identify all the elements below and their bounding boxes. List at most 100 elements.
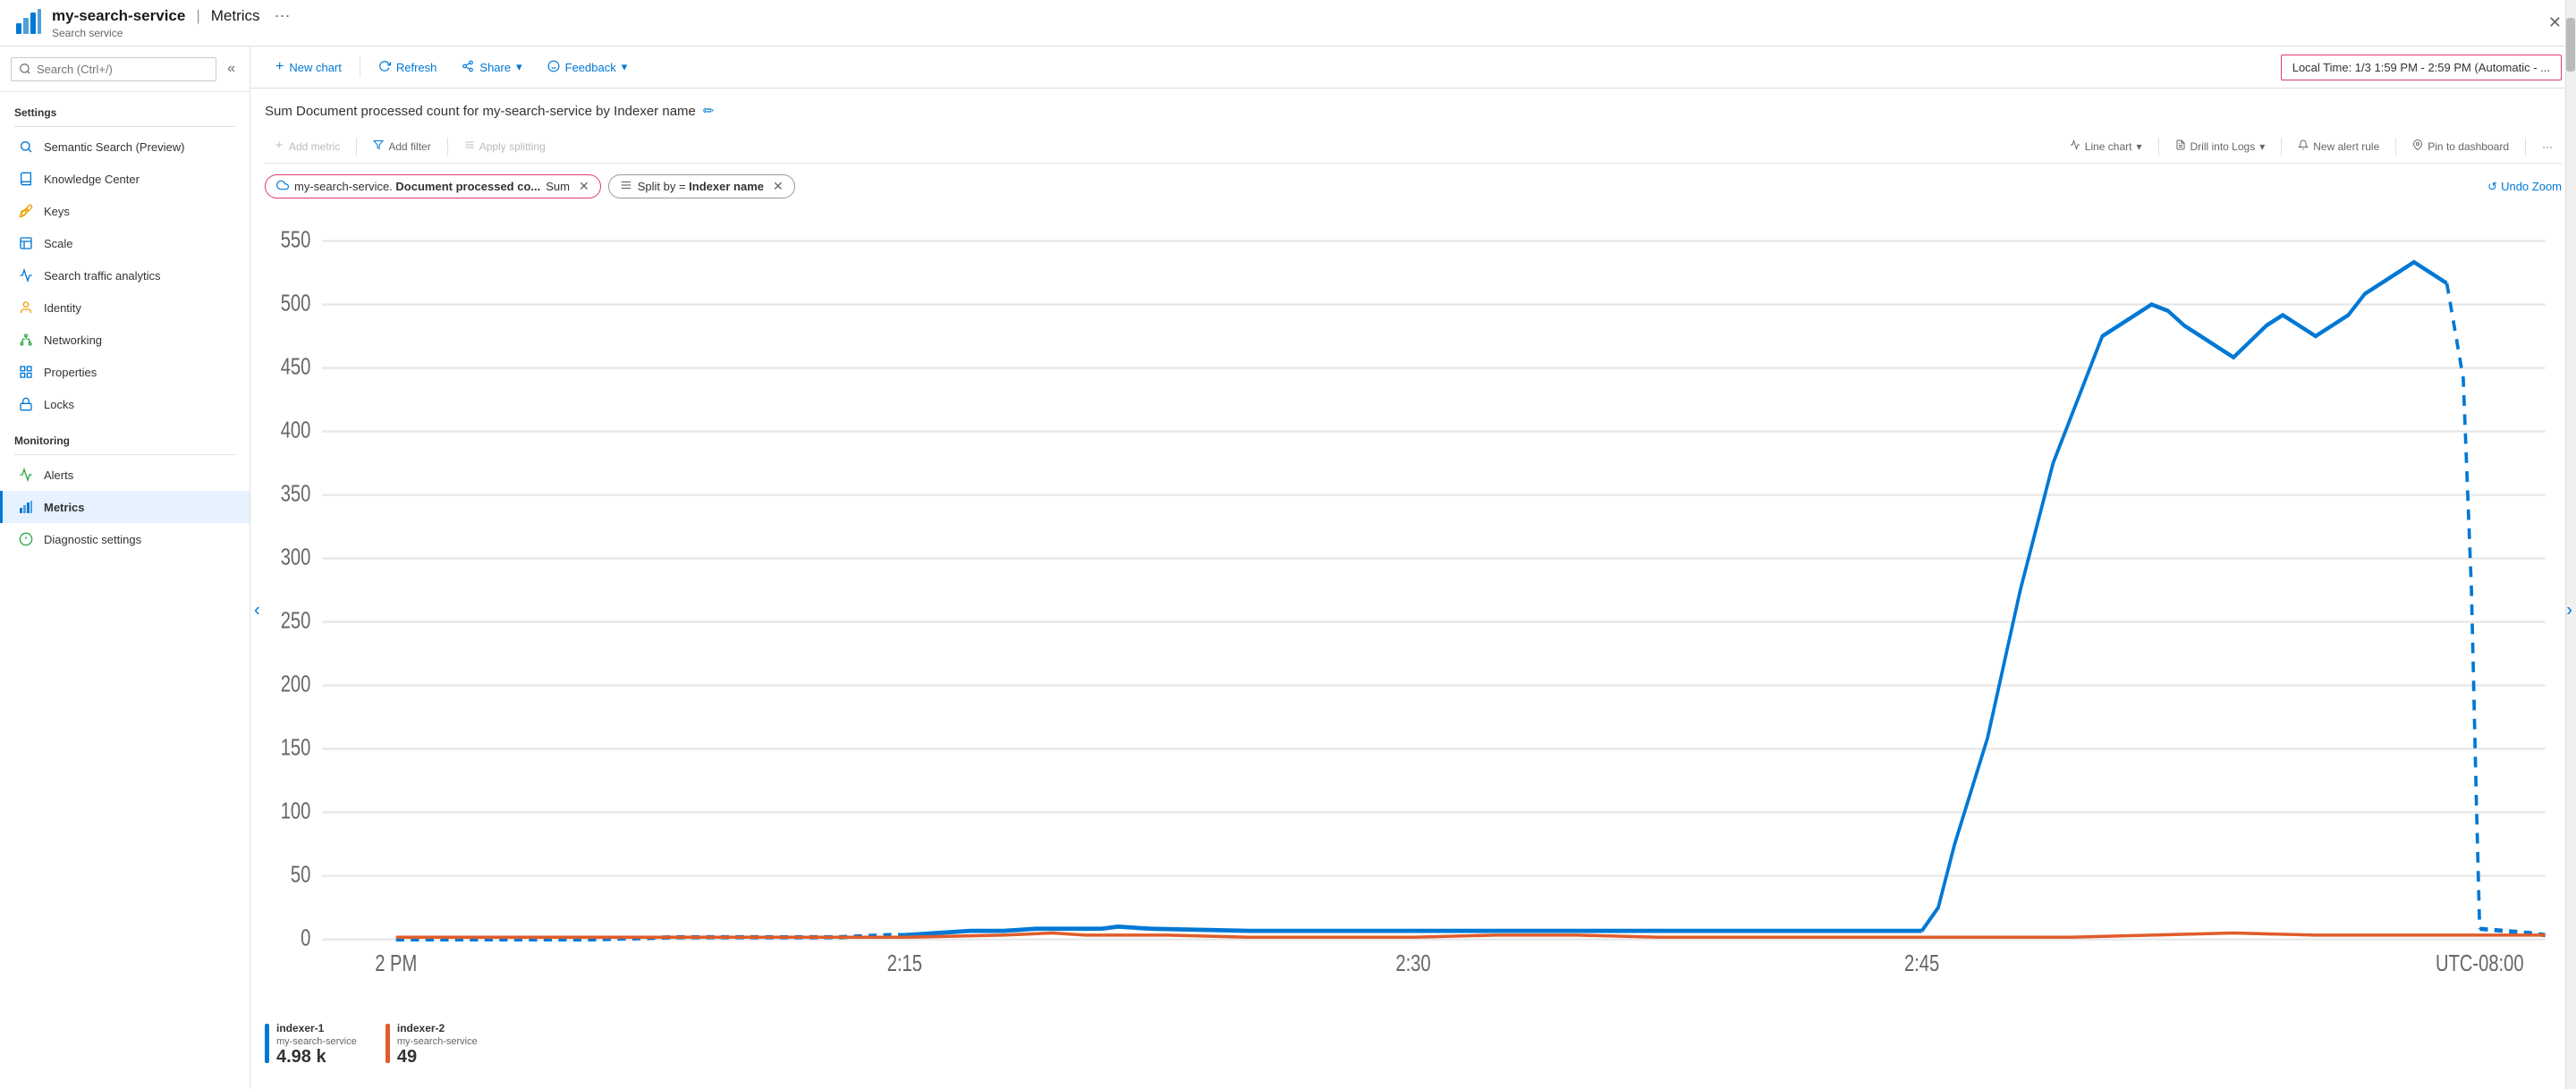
share-button[interactable]: Share ▾	[451, 55, 532, 80]
apply-splitting-icon	[464, 139, 475, 153]
svg-text:550: 550	[281, 226, 311, 252]
split-pill-label: Split by = Indexer name	[638, 180, 764, 193]
title-bar-text: my-search-service | Metrics ··· Search s…	[52, 6, 291, 39]
scale-icon	[17, 234, 35, 252]
share-label: Share	[479, 61, 511, 74]
time-range-picker[interactable]: Local Time: 1/3 1:59 PM - 2:59 PM (Autom…	[2281, 55, 2562, 80]
sidebar-item-label: Metrics	[44, 501, 85, 514]
sidebar-item-label: Keys	[44, 205, 70, 218]
legend-label-1: indexer-1	[276, 1022, 357, 1034]
pin-to-dashboard-button[interactable]: Pin to dashboard	[2403, 135, 2518, 157]
chart-nav-right-button[interactable]: ›	[2566, 600, 2572, 620]
sidebar-item-properties[interactable]: Properties	[0, 356, 250, 388]
drill-logs-icon	[2175, 139, 2186, 153]
line-chart-chevron-icon: ▾	[2136, 140, 2141, 153]
svg-text:2 PM: 2 PM	[375, 950, 417, 971]
sidebar-item-alerts[interactable]: Alerts	[0, 459, 250, 491]
undo-zoom-button[interactable]: ↺ Undo Zoom	[2487, 180, 2562, 194]
sidebar-item-label: Locks	[44, 398, 74, 411]
metric-pill-label: my-search-service. Document processed co…	[294, 180, 540, 193]
metrics-sep-6	[2525, 138, 2526, 156]
drill-logs-chevron-icon: ▾	[2259, 140, 2265, 153]
new-chart-button[interactable]: + New chart	[265, 54, 352, 80]
sidebar-item-label: Alerts	[44, 469, 73, 482]
share-chevron-icon: ▾	[516, 60, 522, 74]
svg-text:500: 500	[281, 290, 311, 316]
title-bar: my-search-service | Metrics ··· Search s…	[0, 0, 2576, 46]
refresh-icon	[378, 60, 391, 75]
sidebar-item-diagnostic-settings[interactable]: Diagnostic settings	[0, 523, 250, 555]
alert-icon	[2298, 139, 2309, 153]
metric-pill[interactable]: my-search-service. Document processed co…	[265, 174, 601, 198]
new-alert-rule-button[interactable]: New alert rule	[2289, 135, 2388, 157]
alerts-icon	[17, 466, 35, 484]
networking-icon	[17, 331, 35, 349]
scrollbar[interactable]	[2565, 46, 2576, 1089]
split-pill[interactable]: Split by = Indexer name ✕	[608, 174, 795, 198]
service-name: my-search-service	[52, 7, 185, 25]
legend-sub-1: my-search-service	[276, 1036, 357, 1047]
add-metric-label: Add metric	[289, 140, 340, 153]
add-filter-label: Add filter	[388, 140, 430, 153]
refresh-button[interactable]: Refresh	[368, 55, 448, 80]
sidebar-item-knowledge-center[interactable]: Knowledge Center	[0, 163, 250, 195]
add-metric-icon	[274, 139, 284, 153]
sidebar-item-keys[interactable]: Keys	[0, 195, 250, 227]
apply-splitting-label: Apply splitting	[479, 140, 546, 153]
more-options-button[interactable]: ···	[2533, 136, 2562, 157]
sidebar-item-label: Semantic Search (Preview)	[44, 140, 185, 154]
chart-container: Sum Document processed count for my-sear…	[250, 89, 2576, 1089]
search-input[interactable]	[11, 57, 216, 81]
line-chart-label: Line chart	[2085, 140, 2132, 153]
feedback-chevron-icon: ▾	[622, 60, 628, 74]
settings-section: Settings Semantic Search (Preview) Knowl…	[0, 92, 250, 420]
sidebar-item-label: Scale	[44, 237, 73, 250]
sidebar-item-label: Identity	[44, 301, 81, 315]
svg-text:200: 200	[281, 671, 311, 696]
key-icon	[17, 202, 35, 220]
svg-text:100: 100	[281, 798, 311, 823]
monitoring-divider	[14, 454, 235, 455]
sidebar-item-scale[interactable]: Scale	[0, 227, 250, 259]
pills-row: my-search-service. Document processed co…	[265, 174, 2562, 198]
svg-text:2:45: 2:45	[1904, 950, 1939, 971]
scrollbar-thumb[interactable]	[2566, 46, 2575, 72]
metrics-toolbar: Add metric Add filter Ap	[265, 130, 2562, 164]
sidebar: « Settings Semantic Search (Preview) Kno…	[0, 46, 250, 1089]
sidebar-item-search-traffic-analytics[interactable]: Search traffic analytics	[0, 259, 250, 291]
more-options-icon: ···	[2542, 140, 2553, 153]
sidebar-item-locks[interactable]: Locks	[0, 388, 250, 420]
close-button[interactable]: ✕	[2548, 13, 2562, 32]
svg-text:400: 400	[281, 417, 311, 443]
sidebar-item-semantic-search[interactable]: Semantic Search (Preview)	[0, 131, 250, 163]
add-metric-button[interactable]: Add metric	[265, 135, 349, 157]
legend-text-2: indexer-2 my-search-service 49	[397, 1022, 478, 1068]
chart-nav-left-button[interactable]: ‹	[254, 600, 260, 620]
undo-zoom-icon: ↺	[2487, 180, 2497, 194]
feedback-button[interactable]: Feedback ▾	[537, 55, 639, 80]
add-filter-button[interactable]: Add filter	[364, 135, 439, 157]
metrics-sep-3	[2158, 138, 2159, 156]
split-pill-remove[interactable]: ✕	[773, 179, 784, 194]
sidebar-item-metrics[interactable]: Metrics	[0, 491, 250, 523]
svg-text:250: 250	[281, 607, 311, 633]
svg-text:2:15: 2:15	[887, 950, 922, 971]
apply-splitting-button[interactable]: Apply splitting	[455, 135, 555, 157]
feedback-icon	[547, 60, 560, 75]
title-more-button[interactable]: ···	[275, 6, 291, 25]
edit-chart-title-icon[interactable]: ✏	[703, 103, 715, 119]
sidebar-item-identity[interactable]: Identity	[0, 291, 250, 324]
metric-pill-remove[interactable]: ✕	[579, 179, 589, 194]
legend-label-2: indexer-2	[397, 1022, 478, 1034]
pin-icon	[2412, 139, 2423, 153]
diagnostic-icon	[17, 530, 35, 548]
add-filter-icon	[373, 139, 384, 153]
legend-item-indexer-2: indexer-2 my-search-service 49	[386, 1022, 478, 1068]
drill-into-logs-button[interactable]: Drill into Logs ▾	[2166, 135, 2275, 157]
svg-text:50: 50	[291, 861, 310, 887]
search-icon	[17, 138, 35, 156]
line-chart-button[interactable]: Line chart ▾	[2061, 135, 2151, 157]
sidebar-item-networking[interactable]: Networking	[0, 324, 250, 356]
sidebar-collapse-button[interactable]: «	[220, 54, 242, 84]
lock-icon	[17, 395, 35, 413]
